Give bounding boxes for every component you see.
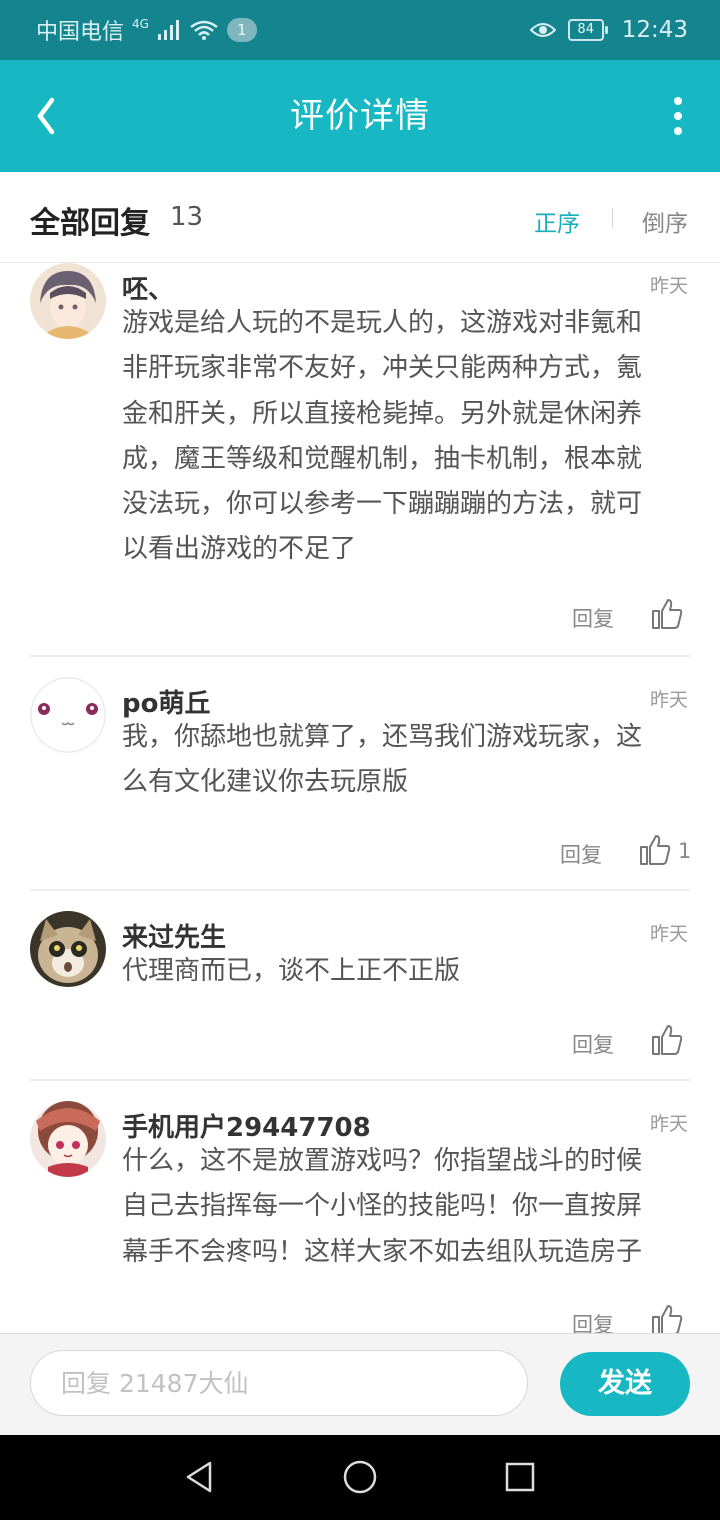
thumbs-up-icon[interactable] [650,1023,684,1057]
avatar[interactable] [30,263,106,339]
home-circle-icon[interactable] [340,1457,380,1497]
comment-line: 幕手不会疼吗！这样大家不如去组队玩造房子 [122,1236,643,1267]
thumbs-up-icon[interactable] [650,1303,684,1333]
comment-line: 以看出游戏的不足了 [122,534,357,565]
back-arrow-icon[interactable] [20,88,76,144]
thumbs-up-icon[interactable] [650,597,684,631]
status-bar: 中国电信 4G 1 84 12:43 [0,0,720,60]
replies-label: 全部回复 [30,206,150,241]
comment-line: 我，你舔地也就算了，还骂我们游戏玩家，这 [122,722,643,752]
avatar[interactable] [30,911,106,987]
avatar[interactable] [30,1101,106,1177]
network-type-label: 4G [132,17,149,31]
comment-text: 什么，这不是放置游戏吗？你指望战斗的时候 自己去指挥每一个小怪的技能吗！你一直按… [122,1139,686,1275]
avatar[interactable] [30,677,106,753]
comment-line: 代理商而已，谈不上正不正版 [122,956,461,986]
app-bar: 评价详情 [0,60,720,172]
reply-button[interactable]: 回复 [572,603,614,633]
page-title: 评价详情 [290,96,430,136]
comment-divider [30,655,690,657]
signal-icon [157,20,179,40]
clock: 12:43 [621,17,688,43]
replies-count: 13 [170,202,204,232]
comment-text: 游戏是给人玩的不是玩人的，这游戏对非氪和 非肝玩家非常不友好，冲关只能两种方式，… [122,301,686,573]
like-count: 1 [678,839,692,863]
comment-text: 我，你舔地也就算了，还骂我们游戏玩家，这 么有文化建议你去玩原版 [122,715,686,806]
comment-time: 昨天 [649,275,688,297]
more-options-icon[interactable] [668,96,688,136]
sort-divider [612,208,613,228]
notification-badge: 1 [226,18,257,42]
comment-line: 没法玩，你可以参考一下蹦蹦蹦的方法，就可 [122,489,643,520]
replies-header: 全部回复 13 正序 倒序 [0,172,720,263]
battery-indicator: 84 [567,19,608,41]
sort-descending-tab[interactable]: 倒序 [642,204,688,238]
reply-button[interactable]: 回复 [572,1309,614,1333]
reply-bar: 发送 [0,1333,720,1436]
comment-line: 么有文化建议你去玩原版 [122,767,409,798]
sort-ascending-tab[interactable]: 正序 [534,204,580,238]
comment-line: 非肝玩家非常不友好，冲关只能两种方式，氪 [122,353,643,384]
comment-text: 代理商而已，谈不上正不正版 [122,949,686,994]
comment-divider [30,889,690,891]
recents-square-icon[interactable] [500,1457,540,1497]
comment-line: 金和肝关，所以直接枪毙掉。另外就是休闲养 [122,398,643,429]
carrier-label: 中国电信 [36,20,125,45]
comment-line: 什么，这不是放置游戏吗？你指望战斗的时候 [122,1146,643,1176]
comment-time: 昨天 [649,1113,688,1135]
comment-line: 自己去指挥每一个小怪的技能吗！你一直按屏 [122,1191,643,1222]
reply-button[interactable]: 回复 [560,839,602,869]
reply-input[interactable] [30,1350,528,1416]
wifi-icon [190,20,218,40]
reply-button[interactable]: 回复 [572,1029,614,1059]
send-button[interactable]: 发送 [560,1352,690,1416]
thumbs-up-icon[interactable] [638,833,672,867]
comment-time: 昨天 [649,689,688,711]
comment-list[interactable]: 呸、 昨天 游戏是给人玩的不是玩人的，这游戏对非氪和 非肝玩家非常不友好，冲关只… [0,263,720,1333]
system-navigation-bar [0,1435,720,1520]
comment-line: 游戏是给人玩的不是玩人的，这游戏对非氪和 [122,308,643,338]
comment-divider [30,1079,690,1081]
comment-time: 昨天 [649,923,688,945]
eye-comfort-icon [529,23,556,37]
comment-line: 成，魔王等级和觉醒机制，抽卡机制，根本就 [122,443,643,474]
back-triangle-icon[interactable] [180,1457,220,1497]
